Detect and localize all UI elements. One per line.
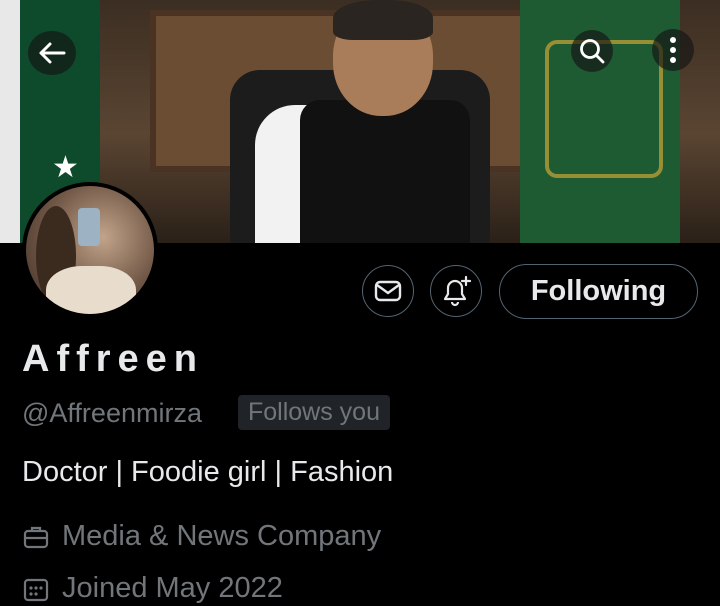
envelope-icon (374, 280, 402, 302)
calendar-icon (23, 578, 49, 601)
message-button[interactable] (362, 265, 414, 317)
display-name: Affreen (22, 338, 205, 380)
following-button[interactable]: Following (499, 264, 698, 319)
briefcase-icon (23, 526, 49, 548)
banner-person-vest (300, 100, 470, 243)
user-handle: @Affreenmirza (22, 398, 202, 428)
joined-date: Joined May 2022 (62, 572, 283, 604)
search-icon (580, 39, 605, 64)
back-button[interactable] (28, 31, 76, 75)
notify-button[interactable] (430, 265, 482, 317)
banner-person-hair (333, 0, 433, 40)
more-vertical-icon (670, 37, 676, 63)
bell-plus-icon (443, 275, 472, 307)
profile-bio: Doctor | Foodie girl | Fashion (22, 456, 394, 488)
category-row: Media & News Company (22, 520, 381, 553)
back-arrow-icon (39, 42, 66, 64)
category-label: Media & News Company (62, 520, 382, 552)
search-button[interactable] (571, 30, 613, 72)
follows-you-badge: Follows you (238, 395, 390, 430)
avatar[interactable] (22, 182, 158, 318)
joined-row: Joined May 2022 (22, 572, 283, 605)
more-options-button[interactable] (652, 29, 694, 71)
